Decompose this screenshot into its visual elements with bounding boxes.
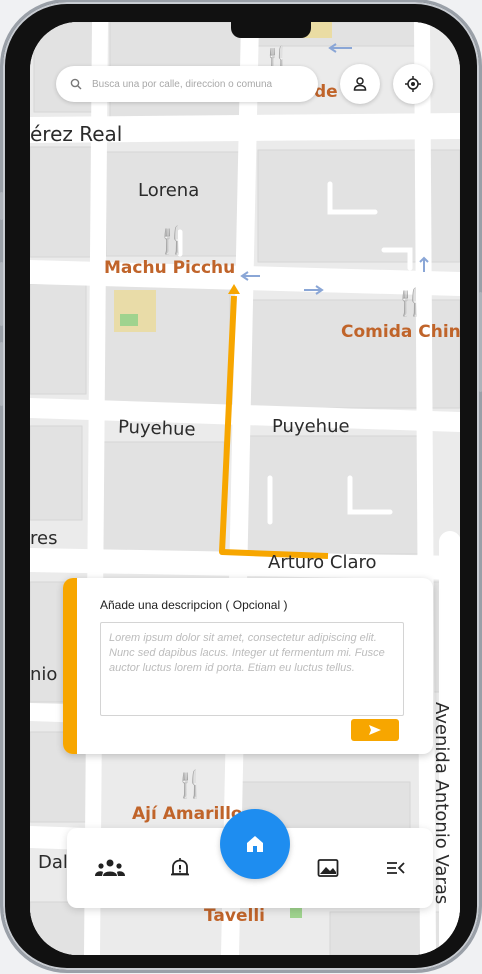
- poi-label: Machu Picchu: [104, 258, 236, 278]
- locate-button[interactable]: [393, 64, 433, 104]
- profile-button[interactable]: [340, 64, 380, 104]
- street-label: Puyehue: [117, 416, 196, 441]
- poi-label: Ají Amarillo: [132, 804, 243, 824]
- volume-up-button: [0, 262, 3, 326]
- search-input[interactable]: [90, 77, 304, 91]
- restaurant-icon: 🍴: [156, 225, 189, 255]
- volume-down-button: [0, 342, 3, 406]
- home-button[interactable]: [220, 809, 290, 879]
- nav-alerts[interactable]: [165, 854, 195, 882]
- list-menu-icon: [387, 862, 405, 874]
- nav-community[interactable]: [95, 854, 125, 882]
- street-label: Arturo Claro: [268, 552, 377, 573]
- nav-menu[interactable]: [381, 854, 411, 882]
- search-bar[interactable]: [56, 66, 318, 102]
- home-icon: [247, 836, 263, 852]
- community-icon: [95, 859, 125, 876]
- card-accent: [63, 578, 77, 754]
- send-icon: [369, 725, 381, 735]
- device-notch: [231, 22, 311, 38]
- street-label: nio: [30, 664, 58, 685]
- street-label: Avenida Antonio Varas: [431, 702, 452, 905]
- mute-switch: [0, 192, 3, 220]
- description-input[interactable]: [100, 622, 404, 716]
- card-title: Añade una descripcion ( Opcional ): [100, 598, 288, 612]
- app-screen: érez Real Lorena Puyehue Puyehue Arturo …: [30, 22, 460, 955]
- search-icon: [70, 78, 82, 90]
- user-icon: [353, 77, 367, 91]
- street-label: res: [30, 528, 58, 549]
- send-button[interactable]: [351, 719, 399, 741]
- phone-frame: érez Real Lorena Puyehue Puyehue Arturo …: [0, 2, 482, 970]
- street-label: Dal: [38, 852, 68, 873]
- restaurant-icon: 🍴: [174, 769, 207, 799]
- description-card: Añade una descripcion ( Opcional ): [63, 578, 433, 754]
- poi-label: Tavelli: [204, 906, 265, 926]
- street-label: Lorena: [138, 180, 200, 201]
- nav-gallery[interactable]: [313, 854, 343, 882]
- alert-icon: [171, 858, 189, 876]
- gallery-icon: [317, 859, 339, 877]
- street-label: Puyehue: [272, 416, 350, 437]
- crosshair-icon: [405, 76, 421, 92]
- street-label: érez Real: [30, 122, 123, 146]
- poi-label: Comida Chin: [341, 322, 460, 342]
- restaurant-icon: 🍴: [394, 287, 427, 317]
